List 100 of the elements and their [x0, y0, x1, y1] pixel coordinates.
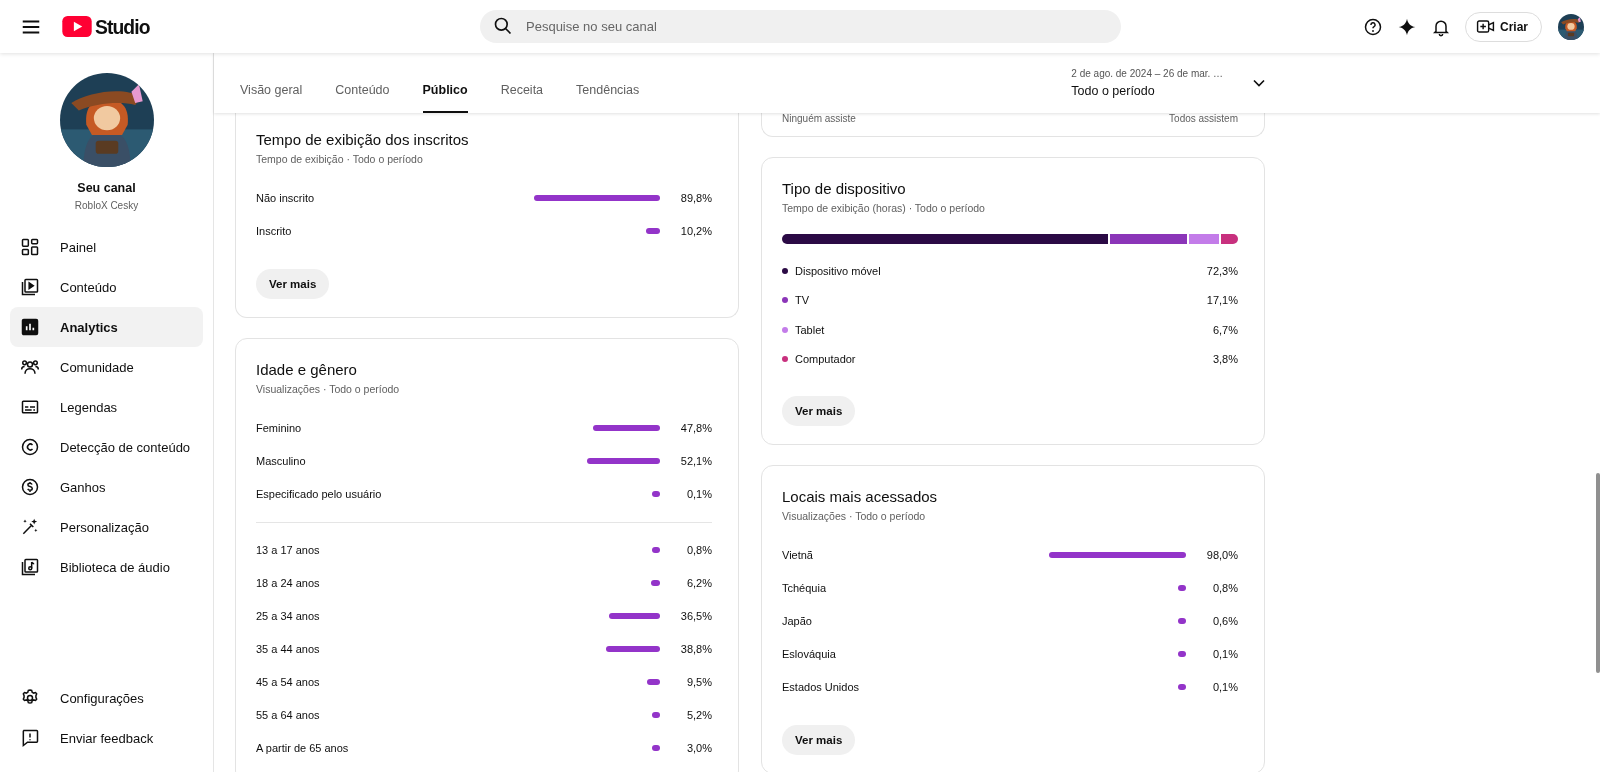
row-label: 18 a 24 anos	[256, 576, 321, 589]
nav-item[interactable]: Biblioteca de áudio	[10, 547, 203, 587]
dollar-icon	[20, 477, 40, 497]
card-subtitle: Tempo de exibição · Todo o período	[256, 153, 424, 165]
bar	[605, 645, 660, 652]
bar	[651, 579, 660, 586]
legend-value: 17,1%	[1205, 294, 1238, 307]
row-label: Feminino	[256, 421, 303, 434]
tab[interactable]: Tendências	[576, 53, 640, 113]
see-more-button[interactable]: Ver mais	[782, 725, 856, 755]
see-more-button[interactable]: Ver mais	[782, 396, 856, 426]
row-label: 55 a 64 anos	[256, 708, 321, 721]
bar	[608, 612, 660, 619]
bar	[593, 424, 660, 431]
row-label: 13 a 17 anos	[256, 543, 321, 556]
card-subtitle: Visualizações · Todo o período	[256, 383, 401, 395]
row-value: 3,0%	[685, 741, 712, 754]
nav-item[interactable]: Legendas	[10, 387, 203, 427]
row-label: Inscrito	[256, 224, 293, 237]
card-title: Locais mais acessados	[782, 488, 939, 505]
bar	[1178, 584, 1186, 591]
subtitles-icon	[20, 397, 40, 417]
legend-value: 6,7%	[1211, 323, 1238, 336]
feedback-icon	[20, 728, 40, 748]
legend-label: TV	[795, 294, 811, 307]
row-value: 10,2%	[679, 224, 712, 237]
tab[interactable]: Conteúdo	[335, 53, 390, 113]
row-value: 52,1%	[679, 454, 712, 467]
copyright-icon	[20, 437, 40, 457]
search-icon	[493, 16, 513, 36]
card-title: Idade e gênero	[256, 361, 358, 378]
row-label: 25 a 34 anos	[256, 609, 321, 622]
row-label: Não inscrito	[256, 191, 316, 204]
tab[interactable]: Receita	[500, 53, 544, 113]
row-value: 98,0%	[1205, 548, 1238, 561]
row-label: 45 a 54 anos	[256, 675, 321, 688]
nav-item[interactable]: Analytics	[10, 307, 203, 347]
channel-name: RobloX Cesky	[74, 200, 139, 211]
row-value: 0,8%	[1211, 581, 1238, 594]
bar	[652, 490, 660, 497]
bar	[646, 678, 660, 685]
video-library-icon	[20, 277, 40, 297]
row-label: Especificado pelo usuário	[256, 487, 383, 500]
bar	[652, 546, 660, 553]
legend-value: 3,8%	[1211, 353, 1238, 366]
legend-label: Tablet	[795, 323, 826, 336]
help-icon[interactable]	[1363, 16, 1383, 37]
nav-item[interactable]: Enviar feedback	[10, 718, 203, 758]
create-button[interactable]: Criar	[1465, 11, 1542, 42]
row-value: 6,2%	[685, 576, 712, 589]
card-title: Tempo de exibição dos inscritos	[256, 131, 470, 148]
card-subtitle: Tempo de exibição (horas) · Todo o período	[782, 202, 986, 214]
bar	[1178, 683, 1186, 690]
bar-chart-icon	[20, 317, 40, 337]
tab[interactable]: Público	[422, 53, 468, 113]
video-camera-plus-icon	[1476, 17, 1495, 36]
row-value: 5,2%	[685, 708, 712, 721]
nav-item[interactable]: Configurações	[10, 678, 203, 718]
bar	[1178, 650, 1186, 657]
row-label: 35 a 44 anos	[256, 642, 321, 655]
row-label: Estados Unidos	[782, 680, 861, 693]
date-range-picker[interactable]: 2 de ago. de 2024 – 26 de mar. … Todo o período	[1071, 68, 1270, 98]
search-field[interactable]: Pesquise no seu canal	[480, 10, 1121, 43]
row-value: 0,1%	[1211, 647, 1238, 660]
row-value: 0,1%	[685, 487, 712, 500]
bar	[652, 744, 660, 751]
play-logo-icon[interactable]	[62, 16, 92, 37]
row-label: Tchéquia	[782, 581, 828, 594]
legend-label: Computador	[795, 353, 857, 366]
row-value: 9,5%	[685, 675, 712, 688]
nav-item[interactable]: Painel	[10, 227, 203, 267]
logo-text[interactable]: Studio	[95, 14, 150, 39]
card-subtitle: Visualizações · Todo o período	[782, 510, 927, 522]
nav-item[interactable]: Personalização	[10, 507, 203, 547]
see-more-button[interactable]: Ver mais	[256, 269, 330, 299]
row-value: 0,1%	[1211, 680, 1238, 693]
scale-label: Ninguém assiste	[782, 113, 856, 124]
row-value: 0,6%	[1211, 614, 1238, 627]
avatar	[1558, 13, 1584, 40]
nav-item[interactable]: Conteúdo	[10, 267, 203, 307]
dashboard-icon	[20, 237, 40, 257]
row-value: 38,8%	[679, 642, 712, 655]
music-library-icon	[20, 557, 40, 577]
legend-value: 72,3%	[1205, 264, 1238, 277]
row-label: Masculino	[256, 454, 307, 467]
row-value: 0,8%	[685, 543, 712, 556]
magic-wand-icon	[20, 517, 40, 537]
scale-label: Todos assistem	[1169, 113, 1238, 124]
scrollbar[interactable]	[1596, 473, 1600, 673]
bar	[1178, 617, 1186, 624]
row-label: A partir de 65 anos	[256, 741, 350, 754]
tab[interactable]: Visão geral	[240, 53, 303, 113]
legend-label: Dispositivo móvel	[795, 264, 882, 277]
bar	[645, 227, 660, 234]
nav-item[interactable]: Detecção de conteúdo	[10, 427, 203, 467]
row-label: Vietnã	[782, 548, 814, 561]
bar	[652, 711, 660, 718]
nav-item[interactable]: Comunidade	[10, 347, 203, 387]
channel-title: Seu canal	[77, 181, 136, 195]
nav-item[interactable]: Ganhos	[10, 467, 203, 507]
